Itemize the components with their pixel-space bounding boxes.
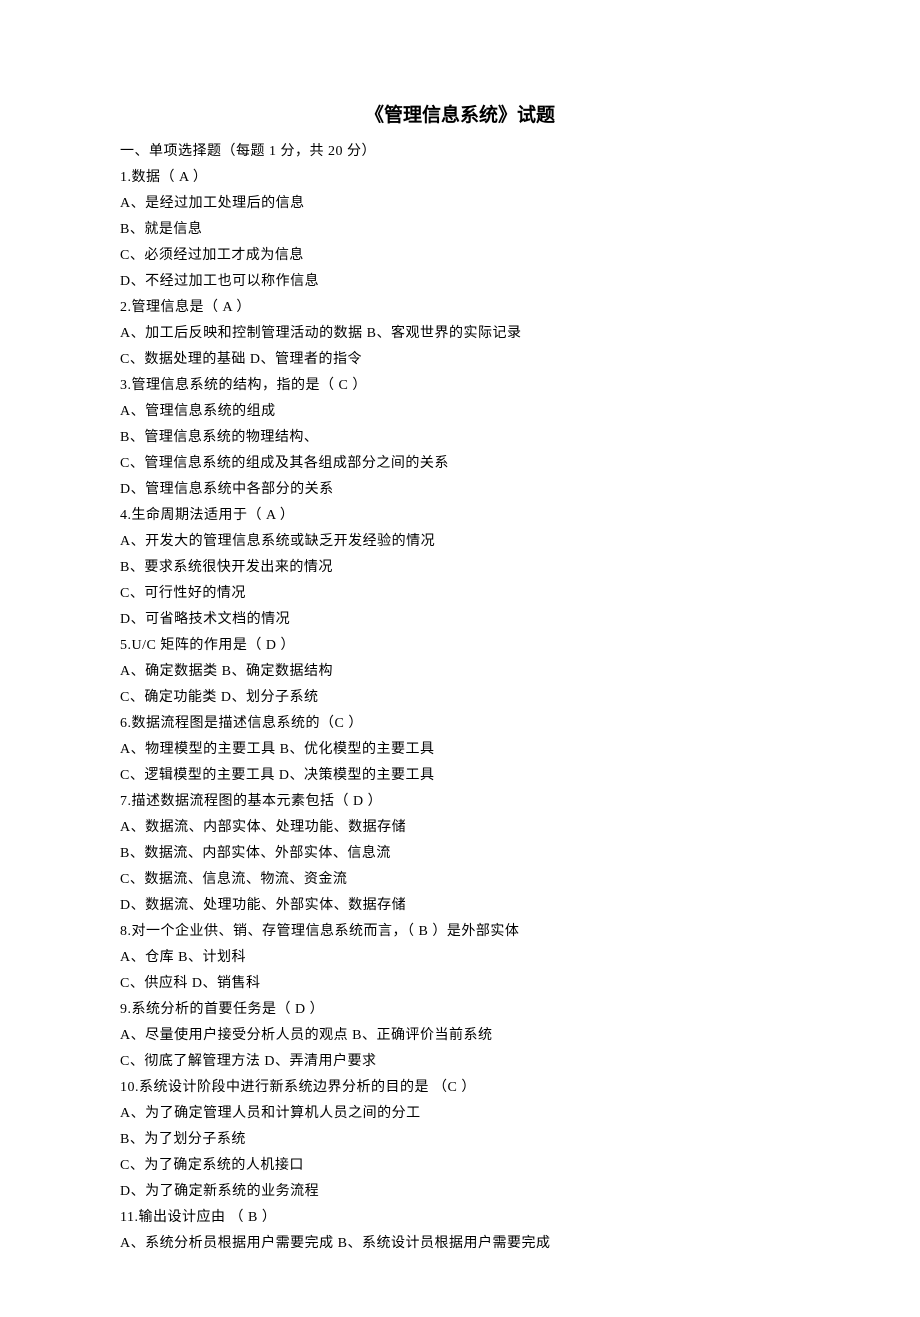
text-line: C、数据处理的基础 D、管理者的指令	[120, 347, 800, 373]
text-line: B、管理信息系统的物理结构、	[120, 425, 800, 451]
text-line: A、为了确定管理人员和计算机人员之间的分工	[120, 1101, 800, 1127]
text-line: A、尽量使用户接受分析人员的观点 B、正确评价当前系统	[120, 1023, 800, 1049]
document-page: 《管理信息系统》试题 一、单项选择题（每题 1 分，共 20 分）1.数据（ A…	[0, 0, 920, 1317]
text-line: A、物理模型的主要工具 B、优化模型的主要工具	[120, 737, 800, 763]
text-line: C、可行性好的情况	[120, 581, 800, 607]
text-line: A、系统分析员根据用户需要完成 B、系统设计员根据用户需要完成	[120, 1231, 800, 1257]
text-line: A、仓库 B、计划科	[120, 945, 800, 971]
text-line: D、数据流、处理功能、外部实体、数据存储	[120, 893, 800, 919]
text-line: D、为了确定新系统的业务流程	[120, 1179, 800, 1205]
text-line: C、确定功能类 D、划分子系统	[120, 685, 800, 711]
text-line: C、必须经过加工才成为信息	[120, 243, 800, 269]
text-line: 8.对一个企业供、销、存管理信息系统而言，（ B ）是外部实体	[120, 919, 800, 945]
text-line: D、可省略技术文档的情况	[120, 607, 800, 633]
text-line: B、数据流、内部实体、外部实体、信息流	[120, 841, 800, 867]
text-line: B、要求系统很快开发出来的情况	[120, 555, 800, 581]
text-line: B、就是信息	[120, 217, 800, 243]
text-line: 11.输出设计应由 （ B ）	[120, 1205, 800, 1231]
text-line: A、加工后反映和控制管理活动的数据 B、客观世界的实际记录	[120, 321, 800, 347]
document-title: 《管理信息系统》试题	[120, 100, 800, 127]
text-line: A、开发大的管理信息系统或缺乏开发经验的情况	[120, 529, 800, 555]
text-line: 5.U/C 矩阵的作用是（ D ）	[120, 633, 800, 659]
text-line: C、逻辑模型的主要工具 D、决策模型的主要工具	[120, 763, 800, 789]
text-line: A、确定数据类 B、确定数据结构	[120, 659, 800, 685]
text-line: A、管理信息系统的组成	[120, 399, 800, 425]
text-line: C、为了确定系统的人机接口	[120, 1153, 800, 1179]
text-line: 10.系统设计阶段中进行新系统边界分析的目的是 （C ）	[120, 1075, 800, 1101]
text-line: 2.管理信息是（ A ）	[120, 295, 800, 321]
document-body: 一、单项选择题（每题 1 分，共 20 分）1.数据（ A ）A、是经过加工处理…	[120, 139, 800, 1257]
text-line: 4.生命周期法适用于（ A ）	[120, 503, 800, 529]
text-line: B、为了划分子系统	[120, 1127, 800, 1153]
text-line: 1.数据（ A ）	[120, 165, 800, 191]
text-line: C、彻底了解管理方法 D、弄清用户要求	[120, 1049, 800, 1075]
text-line: 6.数据流程图是描述信息系统的（C ）	[120, 711, 800, 737]
text-line: 一、单项选择题（每题 1 分，共 20 分）	[120, 139, 800, 165]
text-line: D、管理信息系统中各部分的关系	[120, 477, 800, 503]
text-line: D、不经过加工也可以称作信息	[120, 269, 800, 295]
text-line: A、数据流、内部实体、处理功能、数据存储	[120, 815, 800, 841]
text-line: C、供应科 D、销售科	[120, 971, 800, 997]
text-line: A、是经过加工处理后的信息	[120, 191, 800, 217]
text-line: C、数据流、信息流、物流、资金流	[120, 867, 800, 893]
text-line: 3.管理信息系统的结构，指的是（ C ）	[120, 373, 800, 399]
text-line: 9.系统分析的首要任务是（ D ）	[120, 997, 800, 1023]
text-line: 7.描述数据流程图的基本元素包括（ D ）	[120, 789, 800, 815]
text-line: C、管理信息系统的组成及其各组成部分之间的关系	[120, 451, 800, 477]
